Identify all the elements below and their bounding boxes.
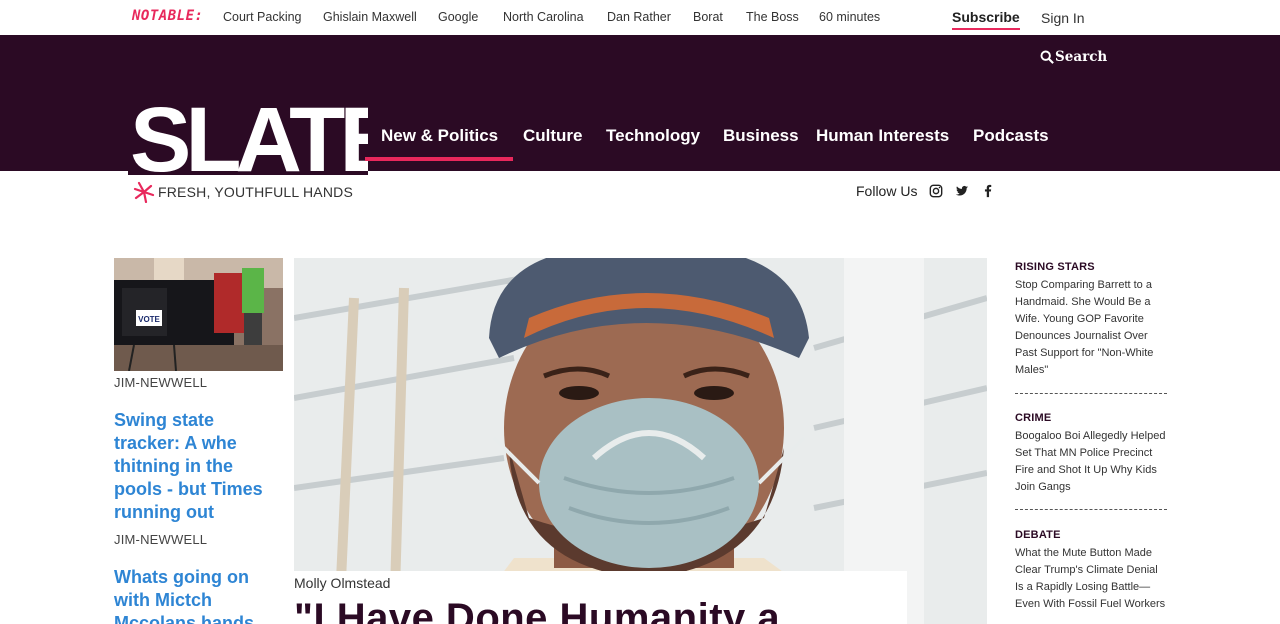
story-summary[interactable]: What the Mute Button Made Clear Trump's … [1015,545,1167,613]
search-icon [1040,50,1054,64]
hero-title[interactable]: "I Have Done Humanity a [294,596,780,624]
notable-label: NOTABLE: [132,8,204,24]
divider [1015,509,1167,510]
trending-link[interactable]: North Carolina [503,10,584,24]
pinwheel-icon [133,181,155,203]
story-summary[interactable]: Stop Comparing Barrett to a Handmaid. Sh… [1015,277,1167,379]
site-header: Search SLATE New & Politics Culture Tech… [0,35,1280,191]
nav-technology[interactable]: Technology [606,126,700,146]
search-button[interactable]: Search [1040,49,1107,65]
trending-bar: NOTABLE: Court Packing Ghislain Maxwell … [0,0,1280,35]
story-category: RISING STARS [1015,261,1095,273]
follow-us: Follow Us [856,183,995,199]
twitter-icon[interactable] [955,184,969,198]
story-summary[interactable]: Boogaloo Boi Allegedly Helped Set That M… [1015,428,1167,496]
story-headline[interactable]: Swing state tracker: A whe thitning in t… [114,409,274,524]
search-label: Search [1055,49,1108,65]
trending-link[interactable]: Google [438,10,478,24]
follow-label: Follow Us [856,183,918,199]
story-category: CRIME [1015,412,1052,424]
sidebar-story[interactable]: RISING STARS Stop Comparing Barrett to a… [1015,261,1167,379]
nav-podcasts[interactable]: Podcasts [973,126,1049,146]
story-byline[interactable]: JIM-NEWWELL [114,532,207,547]
vote-label: VOTE [138,315,160,324]
nav-business[interactable]: Business [723,126,799,146]
trending-link[interactable]: Court Packing [223,10,302,24]
trending-link[interactable]: Borat [693,10,723,24]
hero-author[interactable]: Molly Olmstead [294,575,390,591]
story-byline[interactable]: JIM-NEWWELL [114,375,207,390]
active-nav-indicator [365,157,513,161]
trending-link[interactable]: 60 minutes [819,10,880,24]
nav-news-politics[interactable]: New & Politics [381,126,498,146]
tagline-text: FRESH, YOUTHFULL HANDS [158,184,353,200]
story-thumbnail[interactable]: VOTE [114,258,283,371]
hero-image[interactable] [294,258,987,624]
slate-logo[interactable]: SLATE [128,89,403,191]
nav-human-interests[interactable]: Human Interests [816,126,949,146]
logo-text: SLATE [130,93,368,175]
story-headline[interactable]: Whats going on with Mictch Mccolans hand… [114,566,274,624]
nav-culture[interactable]: Culture [523,126,583,146]
instagram-icon[interactable] [929,184,943,198]
trending-link[interactable]: Ghislain Maxwell [323,10,417,24]
sign-in-link[interactable]: Sign In [1041,10,1085,26]
tagline: FRESH, YOUTHFULL HANDS [133,181,353,203]
subscribe-link[interactable]: Subscribe [952,9,1020,30]
divider [1015,393,1167,394]
trending-link[interactable]: Dan Rather [607,10,671,24]
trending-link[interactable]: The Boss [746,10,799,24]
sidebar-story[interactable]: DEBATE What the Mute Button Made Clear T… [1015,529,1167,613]
sidebar-story[interactable]: CRIME Boogaloo Boi Allegedly Helped Set … [1015,412,1167,496]
facebook-icon[interactable] [981,184,995,198]
story-category: DEBATE [1015,529,1061,541]
